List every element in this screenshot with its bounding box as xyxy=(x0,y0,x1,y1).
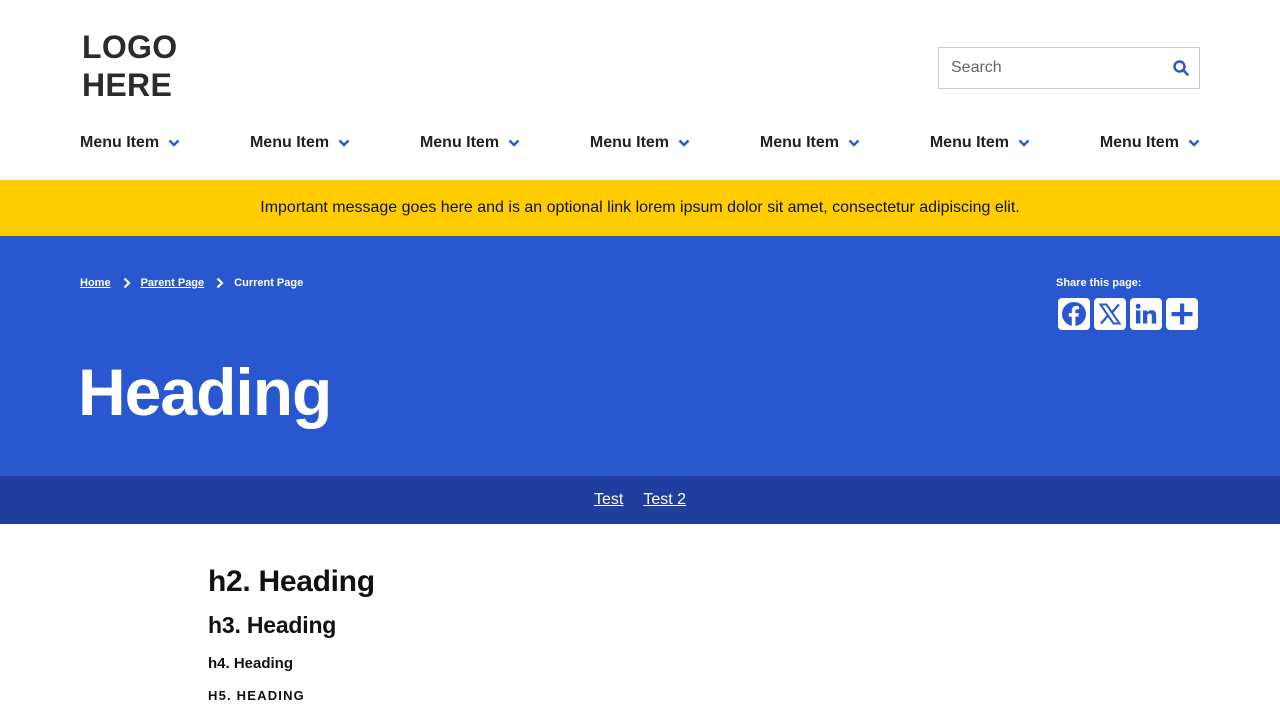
search-icon[interactable] xyxy=(1171,58,1191,78)
breadcrumb: Home Parent Page Current Page xyxy=(80,277,303,289)
page-title: Heading xyxy=(78,355,332,429)
nav-item-label: Menu Item xyxy=(419,134,500,151)
chevron-down-icon xyxy=(1018,137,1030,149)
logo-line-2: HERE xyxy=(82,67,173,103)
alert-banner: Important message goes here and is an op… xyxy=(0,180,1280,236)
x-icon[interactable] xyxy=(1094,298,1126,330)
heading-h3: h3. Heading xyxy=(208,612,337,638)
logo-line-1: LOGO xyxy=(82,29,178,65)
main-nav: Menu Item Menu Item Menu Item Menu Item … xyxy=(80,131,1200,155)
chevron-down-icon xyxy=(1188,137,1200,149)
nav-item-label: Menu Item xyxy=(589,134,670,151)
heading-h5: H5. Heading xyxy=(208,688,305,703)
logo[interactable]: LOGO HERE xyxy=(82,28,177,104)
chevron-down-icon xyxy=(168,137,180,149)
nav-item-label: Menu Item xyxy=(1099,134,1179,151)
chevron-down-icon xyxy=(848,137,860,149)
nav-item-2[interactable]: Menu Item xyxy=(250,131,350,155)
breadcrumb-current: Current Page xyxy=(234,277,304,289)
facebook-icon[interactable] xyxy=(1058,298,1090,330)
nav-item-5[interactable]: Menu Item xyxy=(760,131,860,155)
alert-link[interactable]: Important message goes here and is an op… xyxy=(260,199,1020,217)
share-icons xyxy=(1056,298,1198,330)
chevron-right-icon xyxy=(216,277,224,289)
heading-h2: h2. Heading xyxy=(208,565,375,598)
chevron-down-icon xyxy=(678,137,690,149)
breadcrumb-parent-link[interactable]: Parent Page xyxy=(141,277,205,289)
nav-item-7[interactable]: Menu Item xyxy=(1100,131,1200,155)
chevron-down-icon xyxy=(508,137,520,149)
page-hero: Home Parent Page Current Page Heading Sh… xyxy=(0,236,1280,476)
share-widget: Share this page: xyxy=(1056,277,1198,330)
share-label: Share this page: xyxy=(1056,277,1142,289)
nav-item-label: Menu Item xyxy=(929,134,1009,151)
breadcrumb-home-link[interactable]: Home xyxy=(80,277,111,289)
nav-item-3[interactable]: Menu Item xyxy=(420,131,520,155)
nav-item-label: Menu Item xyxy=(249,134,330,151)
subnav-link-test-2[interactable]: Test 2 xyxy=(643,491,686,509)
search-box xyxy=(938,47,1200,89)
nav-item-label: Menu Item xyxy=(80,134,160,151)
nav-item-label: Menu Item xyxy=(759,134,839,151)
chevron-right-icon xyxy=(123,277,131,289)
chevron-down-icon xyxy=(338,137,350,149)
site-header: LOGO HERE Menu Item Menu Item Menu Item … xyxy=(0,0,1280,180)
heading-h4: h4. Heading xyxy=(208,655,294,672)
nav-item-1[interactable]: Menu Item xyxy=(80,131,180,155)
sub-nav: Test Test 2 xyxy=(0,476,1280,524)
search-input[interactable] xyxy=(939,48,1164,88)
linkedin-icon[interactable] xyxy=(1130,298,1162,330)
plus-icon[interactable] xyxy=(1166,298,1198,330)
nav-item-4[interactable]: Menu Item xyxy=(590,131,690,155)
subnav-link-test[interactable]: Test xyxy=(594,491,623,509)
nav-item-6[interactable]: Menu Item xyxy=(930,131,1030,155)
main-content: h2. Heading h3. Heading h4. Heading H5. … xyxy=(208,562,1108,706)
